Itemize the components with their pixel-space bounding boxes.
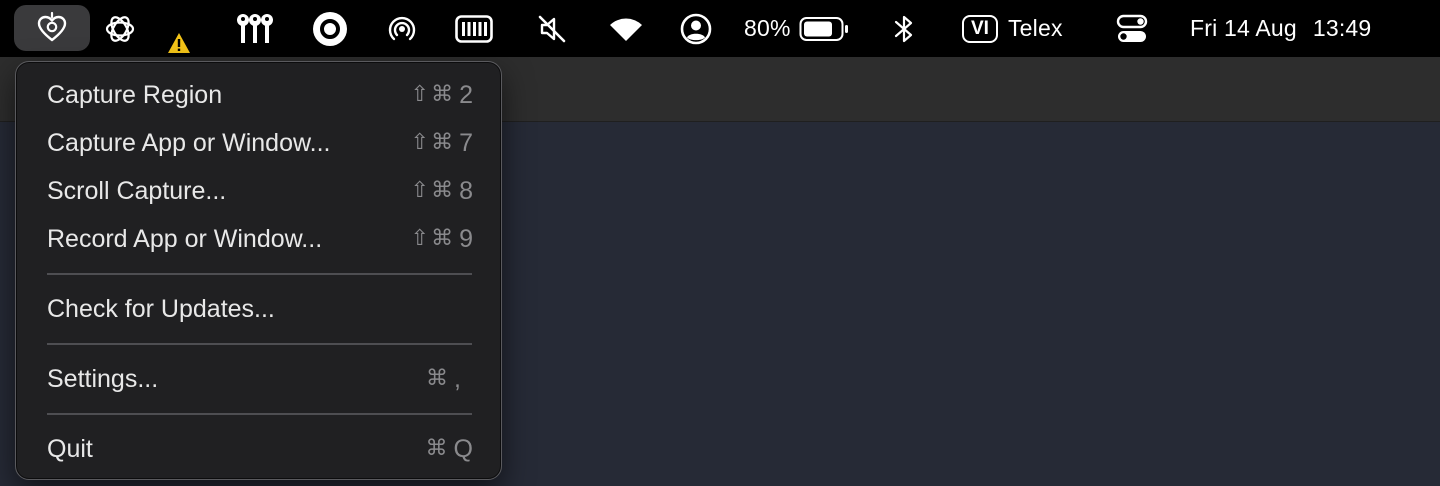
shortcut-key: 7 [459,129,475,157]
clock-time: 13:49 [1312,15,1372,41]
menu-item-shortcut: ⇧⌘ 7 [411,120,475,166]
menu-item-shortcut: ⇧⌘ 9 [411,216,475,262]
warning-icon [168,32,190,53]
menu-item-label: Check for Updates... [47,295,275,323]
menu-item-capture-app-or-window[interactable]: Capture App or Window... ⇧⌘ 7 [28,120,489,166]
app-menu-icon [37,11,67,42]
keys-icon [237,13,273,43]
battery-percent: 80% [744,15,791,41]
input-method-name: Telex [1007,15,1063,41]
menu-item-scroll-capture[interactable]: Scroll Capture... ⇧⌘ 8 [28,168,489,214]
clock-menu-item[interactable]: Fri 14 Aug 13:49 [1190,0,1410,57]
menu-item-settings[interactable]: Settings... ⌘ , [28,356,489,402]
menu-bar: 80% VI Telex Fri 14 Aug 13:49 [0,0,1440,57]
shortcut-key: 8 [459,177,475,205]
menu-separator [47,343,472,345]
menu-item-label: Quit [47,435,93,463]
app-menu-extra-button[interactable] [14,5,90,51]
keyboard-icon [455,14,493,43]
chatgpt-menu-item[interactable] [100,0,140,57]
user-icon [680,13,712,44]
bluetooth-icon [894,15,913,42]
shortcut-modifiers: ⇧⌘ [410,130,456,155]
menu-item-label: Capture App or Window... [47,129,331,157]
wifi-menu-item[interactable] [606,0,646,57]
record-disc-icon [313,11,347,46]
shortcut-key: 9 [459,225,475,253]
menu-item-check-for-updates[interactable]: Check for Updates... [28,286,489,332]
keys-menu-item[interactable] [232,0,278,57]
wifi-icon [610,18,642,41]
input-method-menu-item[interactable]: VI Telex [962,0,1078,57]
shortcut-modifiers: ⇧⌘ [410,226,456,251]
menu-item-quit[interactable]: Quit ⌘ Q [28,426,489,472]
shortcut-modifiers: ⇧⌘ [410,178,456,203]
menu-item-label: Record App or Window... [47,225,323,253]
keyboard-menu-item[interactable] [454,0,494,57]
menu-separator [47,413,472,415]
menu-item-shortcut: ⇧⌘ 8 [411,168,475,214]
control-center-menu-item[interactable] [1112,0,1152,57]
shortcut-modifiers: ⌘ [425,436,450,461]
shortcut-modifiers: ⇧⌘ [410,82,456,107]
battery-menu-item[interactable]: 80% [744,0,856,57]
bluetooth-menu-item[interactable] [886,0,922,57]
mute-icon [538,15,566,42]
shortcut-modifiers: ⌘ [426,366,451,391]
sound-menu-item[interactable] [532,0,572,57]
shortcut-key: Q [453,435,475,463]
menu-item-shortcut: ⇧⌘ 2 [411,72,475,118]
chatgpt-icon [105,15,135,42]
control-center-icon [1116,14,1148,42]
user-menu-item[interactable] [676,0,716,57]
menu-item-label: Settings... [47,365,159,393]
input-method-badge: VI [962,14,998,43]
record-menu-item[interactable] [310,0,350,57]
airdrop-menu-item[interactable] [382,0,422,57]
app-dropdown-menu: Capture Region ⇧⌘ 2 Capture App or Windo… [15,61,502,480]
menu-separator [47,273,472,275]
menu-item-shortcut: ⌘ Q [426,426,475,472]
airdrop-icon [388,16,416,40]
battery-icon [799,16,848,41]
clock-date: Fri 14 Aug [1190,15,1297,41]
menu-item-record-app-or-window[interactable]: Record App or Window... ⇧⌘ 9 [28,216,489,262]
menu-item-label: Scroll Capture... [47,177,227,205]
menu-item-capture-region[interactable]: Capture Region ⇧⌘ 2 [28,72,489,118]
shortcut-key: 2 [459,81,475,109]
menu-item-label: Capture Region [47,81,223,109]
shortcut-key: , [454,365,463,393]
menu-item-shortcut: ⌘ , [426,356,463,402]
